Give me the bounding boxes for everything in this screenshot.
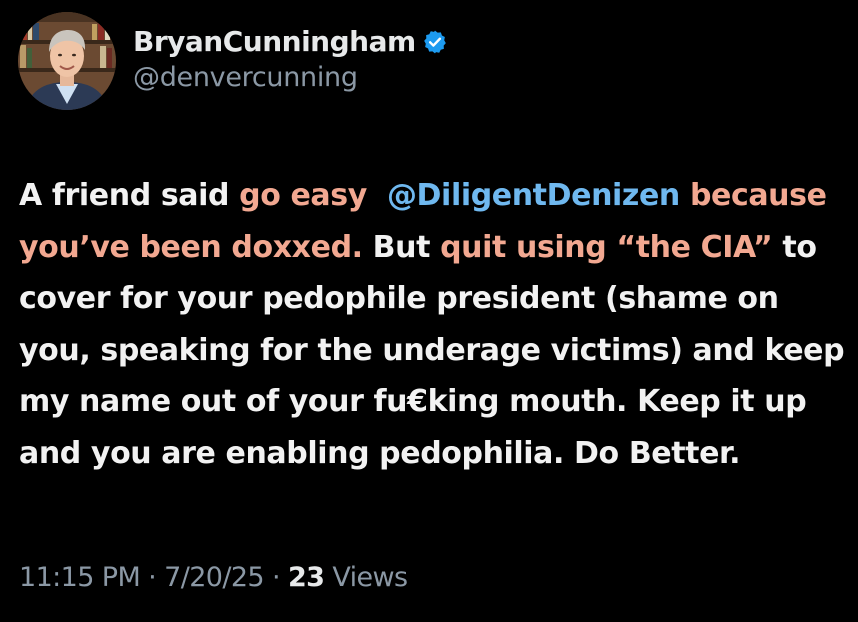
meta-separator: ·: [140, 562, 165, 593]
post-card: BryanCunningham @denvercunning A friend …: [0, 0, 858, 622]
highlighted-text: quit using “the CIA”: [440, 229, 773, 265]
avatar[interactable]: [18, 12, 116, 110]
post-header: BryanCunningham @denvercunning: [18, 12, 448, 110]
body-segment: A friend said: [19, 178, 240, 213]
highlighted-text: go easy: [239, 178, 367, 213]
body-segment: [367, 178, 387, 213]
body-segment: But: [362, 229, 441, 265]
author-display-name[interactable]: BryanCunningham: [133, 25, 416, 58]
post-meta: 11:15 PM · 7/20/25 · 23 Views: [19, 562, 408, 593]
views-count[interactable]: 23: [288, 562, 325, 593]
author-handle[interactable]: @denvercunning: [133, 62, 448, 93]
post-body: A friend said go easy @DiligentDenizen b…: [19, 170, 849, 479]
body-segment: [680, 178, 690, 213]
verified-badge-icon: [422, 29, 448, 55]
avatar-image: [18, 12, 116, 110]
post-time[interactable]: 11:15 PM: [19, 562, 141, 593]
author-names: BryanCunningham @denvercunning: [133, 25, 448, 93]
views-label: Views: [324, 562, 408, 593]
body-segment: to cover for your pedophile president (s…: [19, 229, 845, 471]
post-date[interactable]: 7/20/25: [164, 562, 264, 593]
meta-separator: ·: [264, 562, 288, 593]
mention-link[interactable]: @DiligentDenizen: [387, 178, 680, 213]
name-row: BryanCunningham: [133, 25, 448, 58]
